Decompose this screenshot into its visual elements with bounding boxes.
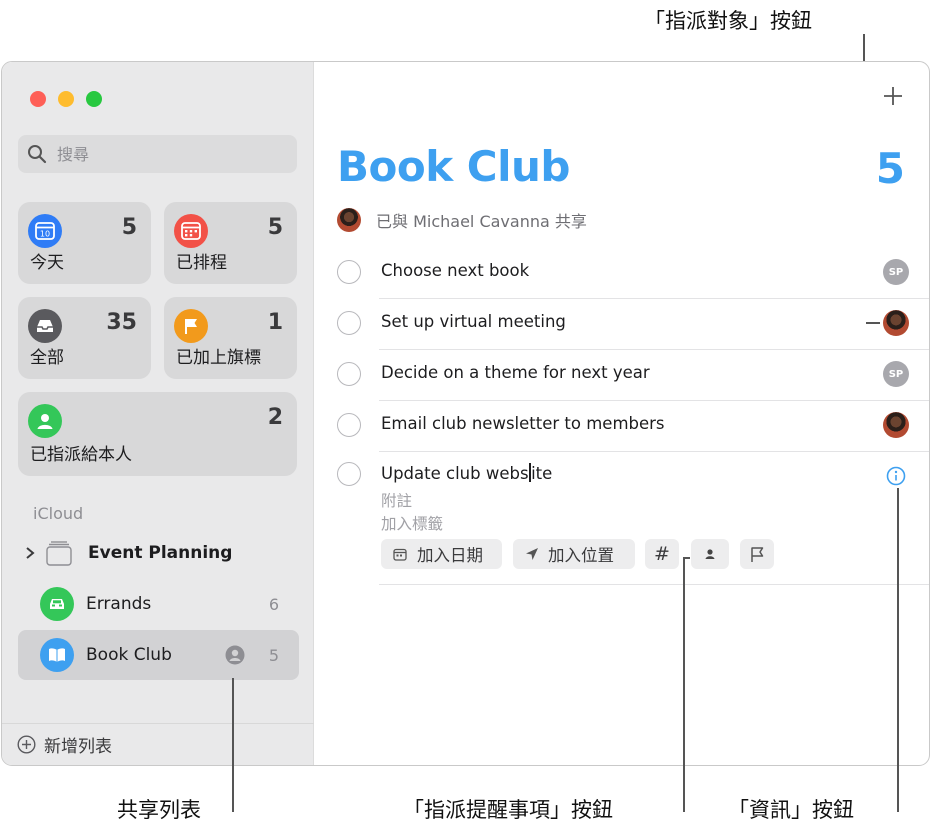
complete-checkbox[interactable] — [337, 413, 361, 437]
list-item-book-club[interactable]: Book Club 5 — [18, 630, 299, 680]
reminders-window: 10 5 今天 5 已排程 35 全部 1 已加上旗標 — [1, 61, 930, 766]
info-icon[interactable] — [885, 465, 907, 487]
sidebar: 10 5 今天 5 已排程 35 全部 1 已加上旗標 — [2, 62, 314, 765]
shared-person-icon — [225, 645, 245, 669]
task-title: Decide on a theme for next year — [381, 363, 650, 382]
calendar-scheduled-icon — [174, 214, 208, 248]
smart-list-flagged[interactable]: 1 已加上旗標 — [164, 297, 297, 379]
all-count: 35 — [106, 310, 137, 335]
add-list-label: 新增列表 — [44, 737, 112, 757]
flag-icon — [174, 309, 208, 343]
add-date-button[interactable]: 加入日期 — [381, 539, 502, 569]
scheduled-label: 已排程 — [176, 253, 227, 273]
zoom-window-button[interactable] — [86, 91, 102, 107]
person-icon — [704, 548, 716, 560]
complete-checkbox[interactable] — [337, 260, 361, 284]
task-row[interactable]: Set up virtual meeting — [314, 299, 929, 350]
callout-line — [866, 322, 880, 324]
smart-list-assigned-to-me[interactable]: 2 已指派給本人 — [18, 392, 297, 476]
search-input[interactable] — [55, 143, 279, 165]
all-label: 全部 — [30, 348, 64, 368]
task-row[interactable]: Decide on a theme for next year SP — [314, 350, 929, 401]
calendar-today-icon: 10 — [28, 214, 62, 248]
search-field[interactable] — [18, 135, 297, 173]
annotation-assign-reminder-button: 「指派提醒事項」按鈕 — [403, 798, 613, 822]
list-total-count: 5 — [875, 144, 905, 193]
smart-list-today[interactable]: 10 5 今天 — [18, 202, 151, 284]
notes-field[interactable]: 附註 — [381, 489, 412, 511]
list-name: Errands — [86, 594, 152, 614]
task-title-after-cursor: ite — [531, 464, 553, 483]
today-day-number: 10 — [40, 230, 50, 239]
main-pane: Book Club 5 已與 Michael Cavanna 共享 Choose… — [314, 62, 929, 765]
folder-group-icon — [42, 536, 76, 570]
complete-checkbox[interactable] — [337, 362, 361, 386]
task-title: Set up virtual meeting — [381, 312, 566, 331]
row-divider — [379, 584, 929, 585]
person-icon — [28, 404, 62, 438]
add-list-button[interactable]: 新增列表 — [2, 723, 314, 765]
shared-with-text: 已與 Michael Cavanna 共享 — [376, 212, 587, 231]
tags-field[interactable]: 加入標籤 — [381, 512, 443, 534]
add-tag-button[interactable]: # — [645, 539, 679, 569]
list-item-event-planning[interactable]: Event Planning — [18, 528, 299, 578]
disclosure-chevron-icon[interactable] — [25, 545, 35, 564]
plus-circle-icon — [17, 735, 36, 754]
task-title-input[interactable]: Update club webs ite — [381, 463, 552, 483]
flagged-label: 已加上旗標 — [176, 348, 261, 368]
list-title: Book Club — [337, 142, 570, 191]
flagged-count: 1 — [267, 310, 283, 335]
task-row[interactable]: Choose next book SP — [314, 248, 929, 299]
hashtag-icon: # — [654, 543, 670, 565]
list-item-errands[interactable]: Errands 6 — [18, 579, 299, 629]
add-date-label: 加入日期 — [417, 546, 483, 565]
assignee-avatar[interactable] — [883, 412, 909, 438]
callout-line — [897, 488, 899, 812]
search-icon — [27, 144, 47, 164]
assignee-avatar[interactable]: SP — [883, 361, 909, 387]
close-window-button[interactable] — [30, 91, 46, 107]
location-arrow-icon — [525, 547, 539, 561]
today-count: 5 — [121, 215, 137, 240]
flag-icon — [749, 546, 765, 563]
task-title: Email club newsletter to members — [381, 414, 665, 433]
section-header-icloud: iCloud — [33, 504, 84, 523]
callout-line — [683, 557, 685, 812]
task-title-before-cursor: Update club webs — [381, 464, 529, 483]
today-label: 今天 — [30, 253, 64, 273]
assigned-label: 已指派給本人 — [30, 445, 132, 465]
list-name: Book Club — [86, 645, 172, 665]
annotation-shared-list: 共享列表 — [117, 798, 201, 822]
add-location-label: 加入位置 — [548, 546, 614, 565]
car-icon — [40, 587, 74, 621]
annotation-info-button: 「資訊」按鈕 — [728, 798, 854, 822]
assignee-avatar[interactable] — [883, 310, 909, 336]
scheduled-count: 5 — [267, 215, 283, 240]
shared-with-line: 已與 Michael Cavanna 共享 — [337, 208, 587, 232]
list-name: Event Planning — [88, 543, 233, 563]
smart-list-scheduled[interactable]: 5 已排程 — [164, 202, 297, 284]
task-title: Choose next book — [381, 261, 530, 280]
list-count: 5 — [268, 645, 279, 665]
assign-reminder-button[interactable] — [691, 539, 729, 569]
add-location-button[interactable]: 加入位置 — [513, 539, 635, 569]
smart-list-all[interactable]: 35 全部 — [18, 297, 151, 379]
add-reminder-button[interactable] — [881, 84, 905, 108]
callout-line — [683, 557, 690, 559]
task-row[interactable]: Email club newsletter to members — [314, 401, 929, 452]
flag-button[interactable] — [740, 539, 774, 569]
calendar-icon — [393, 548, 407, 561]
complete-checkbox[interactable] — [337, 311, 361, 335]
complete-checkbox[interactable] — [337, 462, 361, 486]
assigned-count: 2 — [267, 405, 283, 430]
tray-icon — [28, 309, 62, 343]
minimize-window-button[interactable] — [58, 91, 74, 107]
assignee-avatar[interactable]: SP — [883, 259, 909, 285]
avatar — [337, 208, 361, 232]
callout-line — [232, 678, 234, 812]
annotation-assign-button: 「指派對象」按鈕 — [644, 9, 812, 33]
task-row-editing[interactable]: Update club webs ite 附註 加入標籤 加入日期 加入位置 # — [314, 452, 929, 585]
book-icon — [40, 638, 74, 672]
list-count: 6 — [268, 594, 279, 614]
